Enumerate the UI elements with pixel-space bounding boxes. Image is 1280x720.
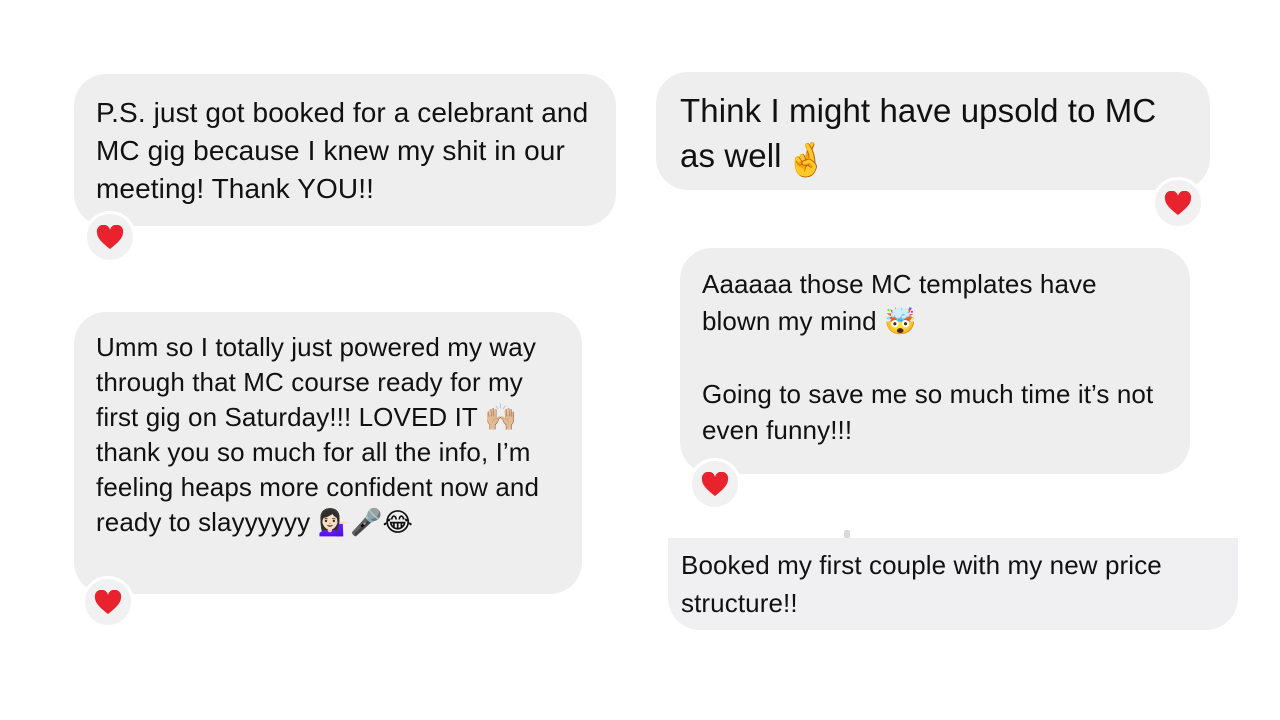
heart-icon [1164, 190, 1192, 215]
cropped-text-fragment [844, 530, 850, 538]
message-bubble-upsold-mc[interactable]: Think I might have upsold to MC as well 🤞 [656, 72, 1210, 190]
message-bubble-price-structure[interactable]: Booked my first couple with my new price… [668, 538, 1238, 630]
heart-icon [701, 471, 729, 496]
heart-reaction-badge[interactable] [689, 458, 741, 510]
heart-icon [94, 589, 122, 614]
message-text: Aaaaaa those MC templates have blown my … [702, 269, 1154, 445]
message-text: Booked my first couple with my new price… [681, 550, 1162, 618]
message-text: Umm so I totally just powered my way thr… [96, 332, 540, 537]
heart-icon [96, 224, 124, 249]
heart-reaction-badge[interactable] [82, 576, 134, 628]
message-bubble-mc-course[interactable]: Umm so I totally just powered my way thr… [74, 312, 582, 594]
message-text: Think I might have upsold to MC as well 🤞 [680, 88, 1186, 182]
heart-reaction-badge[interactable] [1152, 177, 1204, 229]
message-text: P.S. just got booked for a celebrant and… [96, 97, 589, 204]
crossed-fingers-icon: 🤞 [785, 141, 827, 178]
message-bubble-celebrant-gig[interactable]: P.S. just got booked for a celebrant and… [74, 74, 616, 226]
message-bubble-mc-templates[interactable]: Aaaaaa those MC templates have blown my … [680, 248, 1190, 474]
heart-reaction-badge[interactable] [84, 211, 136, 263]
